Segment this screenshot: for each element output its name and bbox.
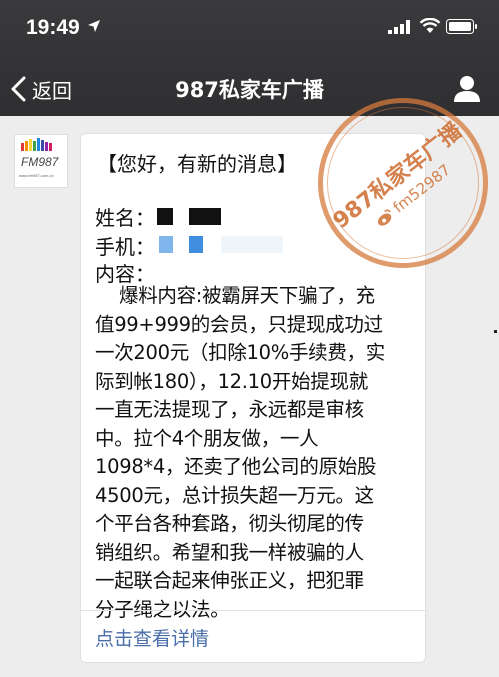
phone-redaction (221, 236, 283, 253)
body-line: 际到帐180），12.10开始提现就 (95, 369, 368, 393)
edge-dot (494, 330, 497, 333)
body-line: 1098*4，还卖了他公司的原始股 (95, 455, 377, 478)
body-line: 4500元，总计损失超一万元。这 (95, 483, 374, 507)
phone-redaction (159, 236, 173, 253)
name-redaction (189, 208, 221, 225)
body-line: 一次200元（扣除10%手续费，实 (95, 341, 385, 364)
cellular-signal-icon (388, 20, 410, 34)
status-time: 19:49 (26, 16, 80, 39)
message-body: 爆料内容:被霸屏天下骗了，充 值99+999的会员，只提现成功过 一次200元（… (95, 282, 415, 624)
svg-text:www.fm987.com.cn: www.fm987.com.cn (19, 173, 54, 178)
svg-text:FM987: FM987 (21, 155, 60, 169)
body-line: 值99+999的会员，只提现成功过 (95, 312, 383, 336)
name-label: 姓名： (95, 206, 155, 230)
account-avatar[interactable]: FM987 www.fm987.com.cn (14, 134, 68, 188)
location-arrow-icon (88, 20, 100, 32)
profile-icon[interactable] (452, 74, 482, 102)
body-line: 个平台各种套路，彻头彻尾的传 (95, 512, 364, 535)
message-header: 【您好，有新的消息】 (97, 152, 297, 176)
view-details-link[interactable]: 点击查看详情 (95, 624, 209, 651)
phone-redaction (189, 236, 203, 253)
name-redaction (157, 208, 173, 225)
phone-label: 手机： (95, 235, 155, 259)
body-line: 销组织。希望和我一样被骗的人 (95, 540, 364, 564)
body-line: 爆料内容:被霸屏天下骗了，充 (119, 284, 375, 307)
body-line: 一直无法提现了，永远都是审核 (95, 398, 364, 421)
body-line: 一起联合起来伸张正义，把犯罪 (95, 569, 364, 592)
body-line: 中。拉个4个朋友做，一人 (95, 426, 319, 450)
wifi-icon (419, 18, 441, 33)
fm987-logo: FM987 www.fm987.com.cn (19, 138, 60, 178)
divider (81, 610, 427, 611)
battery-icon (446, 19, 477, 34)
status-bar: 19:49 (0, 0, 499, 58)
